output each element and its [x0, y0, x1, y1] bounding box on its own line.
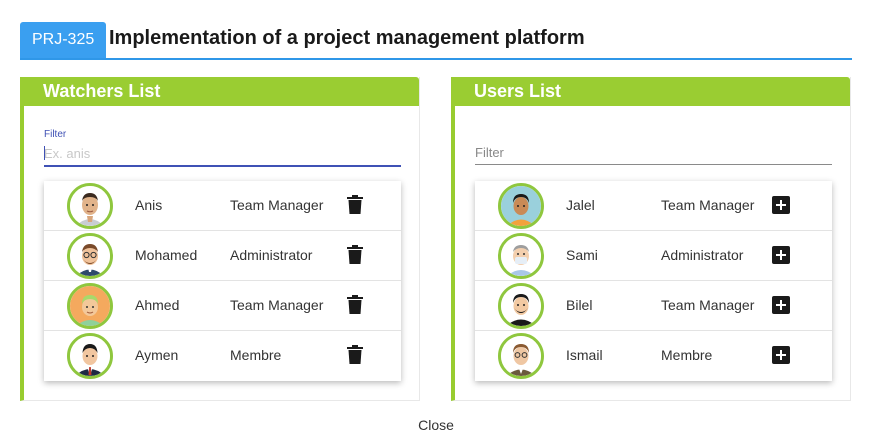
watchers-filter-input[interactable]	[44, 141, 401, 167]
avatar	[67, 333, 113, 379]
users-filter-input[interactable]	[475, 140, 832, 165]
project-title: Implementation of a project management p…	[109, 27, 585, 49]
watcher-role: Team Manager	[230, 297, 324, 313]
avatar	[498, 233, 544, 279]
user-row: Jalel Team Manager	[475, 181, 832, 231]
user-name: Ismail	[566, 347, 603, 363]
user-row: Ismail Membre	[475, 331, 832, 381]
watcher-row: Anis Team Manager	[44, 181, 401, 231]
watchers-filter-label: Filter	[44, 129, 67, 140]
users-panel: Users List Jalel Team Manager Sami Admin…	[451, 77, 851, 401]
watcher-name: Anis	[135, 197, 163, 213]
users-list: Jalel Team Manager Sami Administrator Bi…	[475, 181, 832, 381]
avatar	[498, 283, 544, 329]
avatar	[498, 183, 544, 229]
add-box-icon[interactable]	[772, 346, 790, 364]
watcher-role: Membre	[230, 347, 282, 363]
dialog-header: PRJ-325 Implementation of a project mana…	[20, 20, 852, 60]
watcher-name: Mohamed	[135, 247, 198, 263]
avatar	[67, 183, 113, 229]
watcher-row: Mohamed Administrator	[44, 231, 401, 281]
users-panel-title: Users List	[451, 77, 850, 106]
text-caret	[44, 146, 45, 160]
watcher-row: Ahmed Team Manager	[44, 281, 401, 331]
watcher-role: Team Manager	[230, 197, 324, 213]
watchers-panel: Watchers List Filter Anis Team Manager M…	[20, 77, 420, 401]
avatar	[67, 233, 113, 279]
add-box-icon[interactable]	[772, 196, 790, 214]
user-role: Administrator	[661, 247, 744, 263]
user-row: Bilel Team Manager	[475, 281, 832, 331]
trash-icon[interactable]	[347, 345, 363, 364]
user-role: Membre	[661, 347, 713, 363]
add-box-icon[interactable]	[772, 246, 790, 264]
trash-icon[interactable]	[347, 245, 363, 264]
watcher-row: Aymen Membre	[44, 331, 401, 381]
user-role: Team Manager	[661, 197, 755, 213]
avatar	[67, 283, 113, 329]
close-button[interactable]: Close	[400, 412, 472, 438]
add-box-icon[interactable]	[772, 296, 790, 314]
user-name: Bilel	[566, 297, 593, 313]
watchers-filter: Filter	[44, 129, 401, 167]
watcher-name: Ahmed	[135, 297, 180, 313]
users-filter	[475, 140, 832, 165]
user-row: Sami Administrator	[475, 231, 832, 281]
watchers-panel-title: Watchers List	[20, 77, 419, 106]
watcher-role: Administrator	[230, 247, 313, 263]
user-name: Sami	[566, 247, 598, 263]
avatar	[498, 333, 544, 379]
watchers-list: Anis Team Manager Mohamed Administrator …	[44, 181, 401, 381]
user-role: Team Manager	[661, 297, 755, 313]
watcher-name: Aymen	[135, 347, 179, 363]
project-id-badge: PRJ-325	[20, 22, 107, 58]
trash-icon[interactable]	[347, 295, 363, 314]
trash-icon[interactable]	[347, 195, 363, 214]
user-name: Jalel	[566, 197, 595, 213]
